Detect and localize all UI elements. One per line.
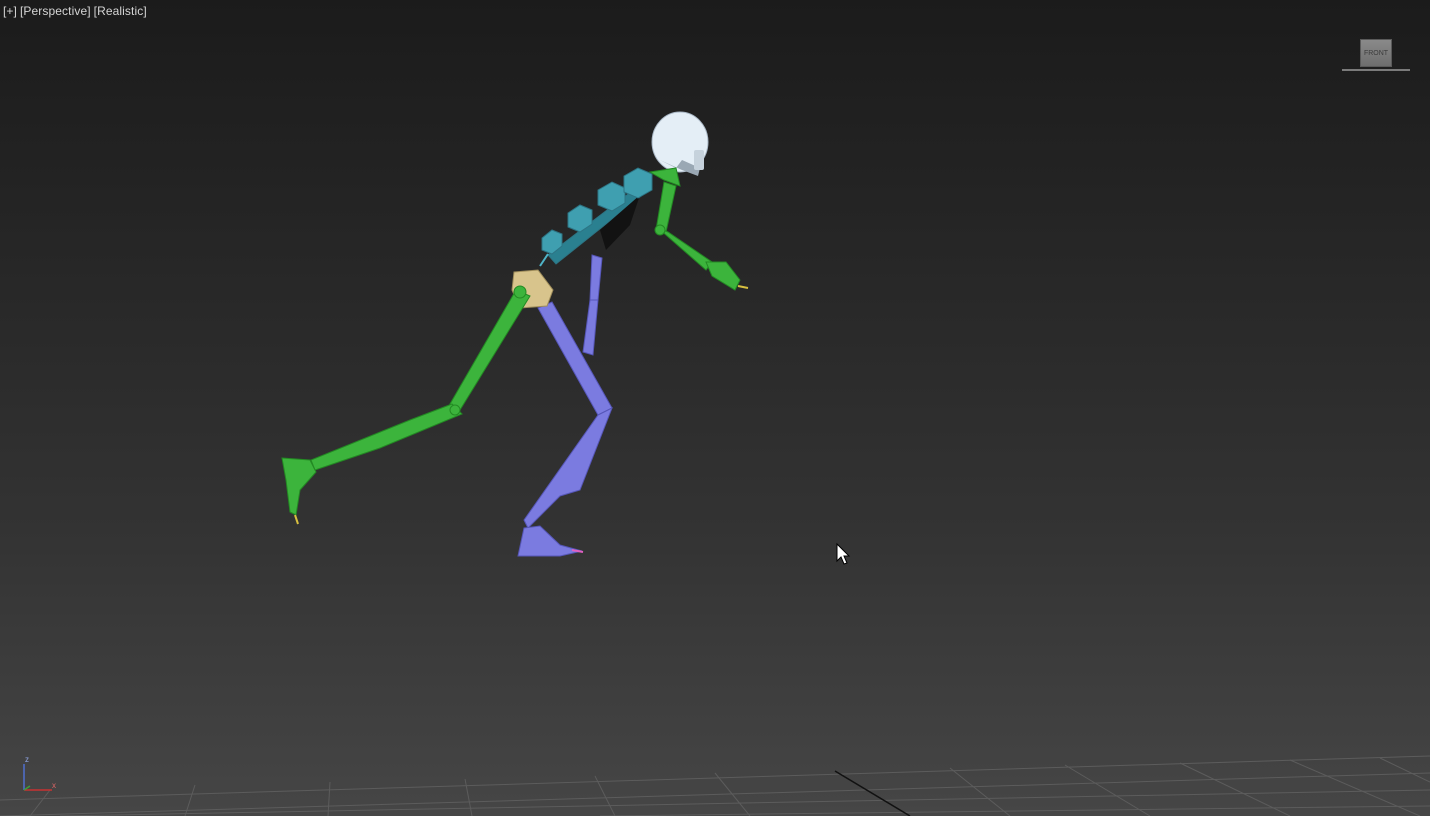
- right-upper-arm: [589, 254, 603, 301]
- axis-tripod-icon: z x: [23, 755, 56, 791]
- left-shin: [310, 403, 463, 471]
- mouse-cursor-icon: [836, 542, 851, 565]
- axis-z-label: z: [25, 755, 29, 764]
- right-forearm: [582, 299, 599, 356]
- left-thigh: [449, 289, 531, 411]
- left-foot: [281, 457, 317, 516]
- left-finger: [737, 285, 749, 289]
- right-thigh: [537, 301, 613, 416]
- viewport-label: [+] [Perspective] [Realistic]: [3, 4, 150, 18]
- ground-grid: [0, 755, 1430, 816]
- right-shin: [523, 406, 613, 529]
- right-foot: [517, 525, 583, 557]
- spine: [539, 167, 653, 267]
- left-upper-arm: [655, 181, 677, 233]
- shading-mode-button[interactable]: [Realistic]: [94, 4, 147, 18]
- left-toe: [294, 514, 299, 525]
- viewport-menu-button[interactable]: [+]: [3, 4, 17, 18]
- left-forearm: [657, 227, 713, 271]
- spine-rod: [547, 184, 647, 265]
- head: [651, 111, 709, 176]
- viewcube-compass-ring[interactable]: [1340, 66, 1412, 72]
- vertebra-4: [623, 167, 653, 199]
- view-mode-button[interactable]: [Perspective]: [20, 4, 91, 18]
- axis-x-label: x: [52, 781, 56, 790]
- viewcube-front-face[interactable]: FRONT: [1360, 39, 1392, 67]
- viewcube-icon[interactable]: FRONT: [1340, 36, 1412, 76]
- left-limbs: [281, 167, 741, 516]
- left-hand: [705, 261, 741, 291]
- perspective-viewport[interactable]: [0, 0, 1430, 816]
